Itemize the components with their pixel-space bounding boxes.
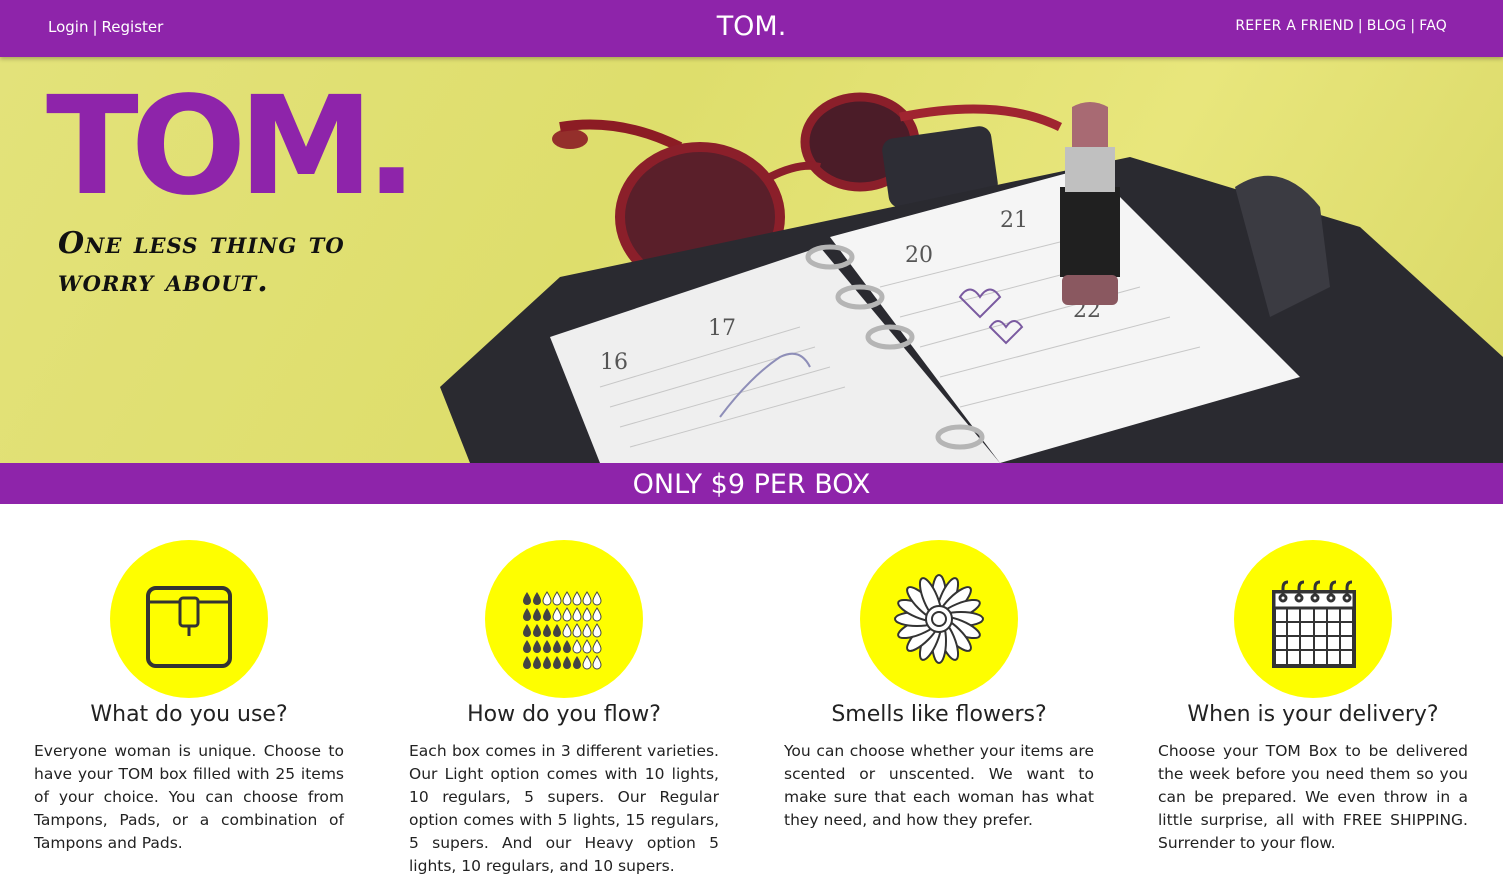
- calendar-icon: [1234, 540, 1392, 698]
- lipstick-image: [1060, 102, 1120, 305]
- svg-text:20: 20: [905, 243, 933, 268]
- nav-links: REFER A FRIEND | BLOG | FAQ: [1235, 18, 1447, 34]
- svg-text:16: 16: [600, 350, 628, 375]
- planner-image: 16 17 20 21 22: [440, 157, 1503, 463]
- features-section: What do you use? Everyone woman is uniqu…: [0, 504, 1503, 895]
- feature-title: What do you use?: [90, 702, 288, 727]
- hero-logo: TOM.: [46, 68, 417, 226]
- droplets-icon: [485, 540, 643, 698]
- nav-separator: |: [1357, 18, 1363, 34]
- feature-text: You can choose whether your items are sc…: [784, 742, 1094, 829]
- svg-text:21: 21: [1000, 208, 1028, 233]
- faq-link[interactable]: FAQ: [1419, 18, 1447, 34]
- hero-banner: 16 17 20 21 22 TOM. One less thing to wo…: [0, 57, 1503, 463]
- feature-title: Smells like flowers?: [831, 702, 1047, 727]
- flower-icon: [860, 540, 1018, 698]
- nav-separator: |: [1410, 18, 1416, 34]
- feature-text: Each box comes in 3 different varieties.…: [409, 742, 719, 875]
- feature-title: How do you flow?: [467, 702, 661, 727]
- top-navbar: Login | Register TOM. REFER A FRIEND | BLOG |…: [0, 0, 1503, 57]
- blog-link[interactable]: BLOG: [1367, 18, 1407, 34]
- feature-text: Everyone woman is unique. Choose to have…: [34, 742, 344, 852]
- svg-text:17: 17: [708, 316, 736, 341]
- refer-friend-link[interactable]: REFER A FRIEND: [1235, 18, 1354, 34]
- price-banner: ONLY $9 PER BOX: [0, 463, 1503, 504]
- feature-title: When is your delivery?: [1187, 702, 1439, 727]
- feature-text: Choose your TOM Box to be delivered the …: [1158, 742, 1468, 852]
- pouch-icon: [110, 540, 268, 698]
- hero-tagline: One less thing to worry about.: [58, 226, 345, 299]
